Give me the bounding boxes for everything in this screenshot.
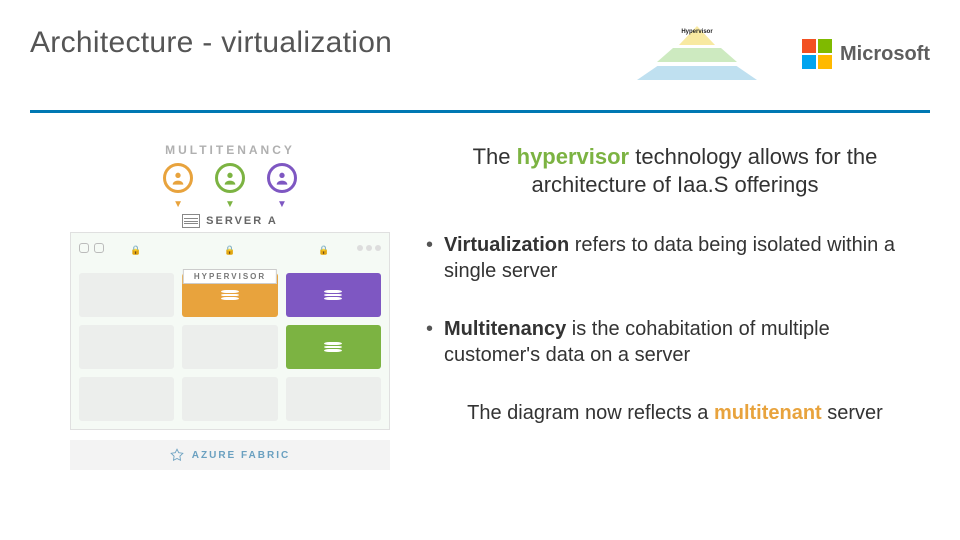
vm-cell: [286, 325, 381, 369]
microsoft-squares-icon: [802, 39, 832, 69]
lead-pre: The: [473, 144, 517, 169]
lead-highlight: hypervisor: [517, 144, 630, 169]
azure-fabric-label: AZURE FABRIC: [192, 450, 290, 461]
slide-body: MULTITENANCY ▼ ▼ ▼ SERVER A: [30, 143, 930, 470]
lead-paragraph: The hypervisor technology allows for the…: [430, 143, 920, 198]
server-icon: [182, 214, 200, 228]
database-icon: [324, 342, 342, 352]
arrow-down-icon: ▼: [173, 199, 183, 210]
vm-grid: [79, 273, 381, 421]
bullet-strong: Virtualization: [444, 234, 569, 256]
database-icon: [221, 290, 239, 300]
user-row: [70, 163, 390, 193]
microsoft-logo: Microsoft: [802, 39, 930, 69]
user-icon: [163, 163, 193, 193]
arrow-down-icon: ▼: [225, 199, 235, 210]
lock-icon: 🔒: [130, 245, 141, 256]
multitenancy-label: MULTITENANCY: [70, 143, 390, 157]
vm-cell-empty: [182, 325, 277, 369]
closing-paragraph: The diagram now reflects a multitenant s…: [430, 400, 920, 426]
bullet-strong: Multitenancy: [444, 318, 566, 340]
slide-header: Architecture - virtualization Hypervisor…: [30, 26, 930, 82]
header-divider: [30, 110, 930, 113]
server-rack: 🔒 🔒 🔒 HYPERVISOR: [70, 232, 390, 430]
text-column: The hypervisor technology allows for the…: [430, 143, 930, 470]
vm-cell-empty: [286, 377, 381, 421]
figure-column: MULTITENANCY ▼ ▼ ▼ SERVER A: [30, 143, 430, 470]
vm-cell-empty: [79, 325, 174, 369]
user-icon: [267, 163, 297, 193]
pyramid-icon: Hypervisor: [632, 26, 762, 82]
arrow-down-icon: ▼: [277, 199, 287, 210]
microsoft-wordmark: Microsoft: [840, 43, 930, 66]
vm-cell: [286, 273, 381, 317]
database-icon: [324, 290, 342, 300]
closing-pre: The diagram now reflects a: [467, 402, 714, 424]
slide-title: Architecture - virtualization: [30, 26, 392, 60]
lock-row: 🔒 🔒 🔒: [71, 245, 389, 256]
server-label-bar: SERVER A: [70, 214, 390, 228]
server-label: SERVER A: [206, 215, 278, 227]
header-right: Hypervisor Microsoft: [632, 26, 930, 82]
pyramid-top-label: Hypervisor: [680, 29, 714, 35]
arrow-row: ▼ ▼ ▼: [70, 199, 390, 210]
architecture-figure: MULTITENANCY ▼ ▼ ▼ SERVER A: [70, 143, 390, 470]
hypervisor-tag: HYPERVISOR: [183, 269, 277, 284]
user-icon: [215, 163, 245, 193]
closing-highlight: multitenant: [714, 402, 822, 424]
vm-cell-empty: [79, 273, 174, 317]
vm-cell-empty: [182, 377, 277, 421]
slide-root: Architecture - virtualization Hypervisor…: [0, 0, 960, 540]
bullet-virtualization: Virtualization refers to data being isol…: [430, 232, 920, 284]
azure-fabric-bar: AZURE FABRIC: [70, 440, 390, 470]
closing-post: server: [822, 402, 883, 424]
azure-fabric-icon: [170, 448, 184, 462]
lock-icon: 🔒: [318, 245, 329, 256]
bullet-multitenancy: Multitenancy is the cohabitation of mult…: [430, 316, 920, 368]
vm-cell-empty: [79, 377, 174, 421]
lock-icon: 🔒: [224, 245, 235, 256]
